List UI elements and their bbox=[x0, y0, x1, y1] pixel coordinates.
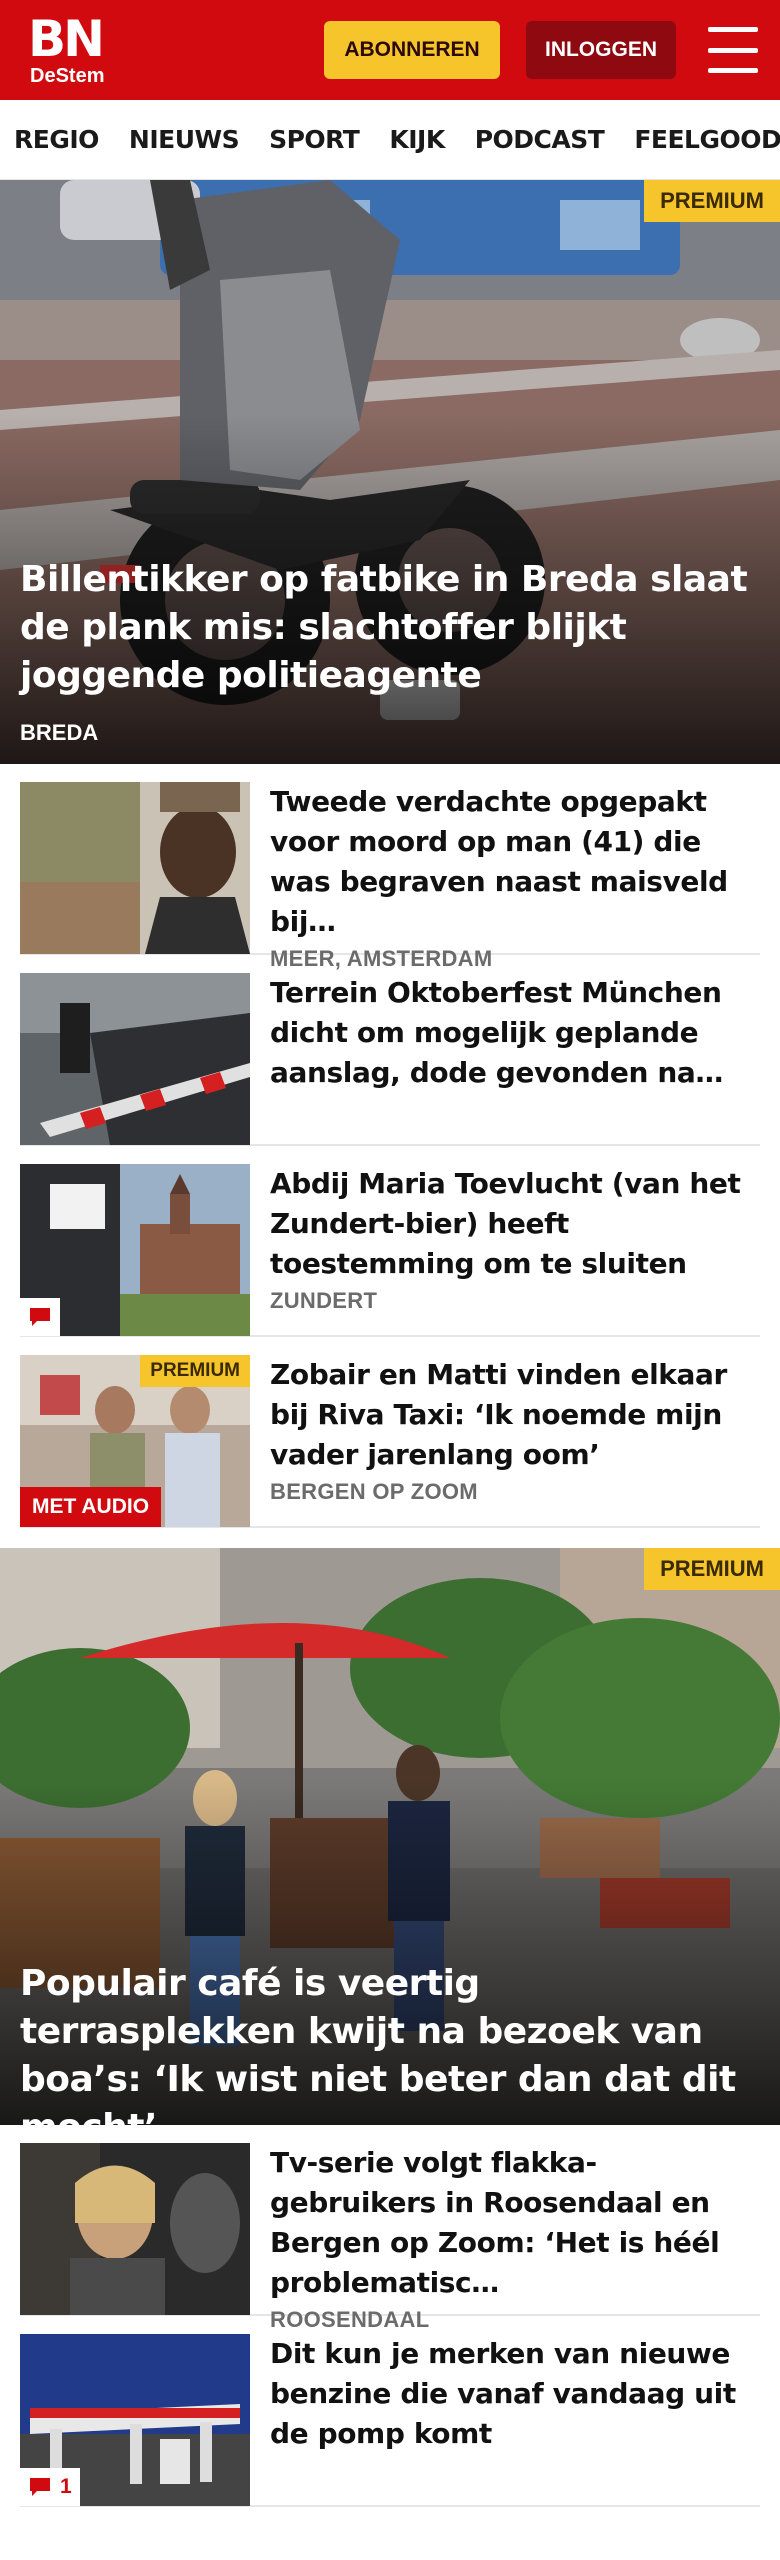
list-item[interactable]: Abdij Maria Toevlucht (van het Zundert-b… bbox=[20, 1146, 760, 1337]
item-text: Zobair en Matti vinden elkaar bij Riva T… bbox=[270, 1355, 760, 1526]
nav-item-sport[interactable]: SPORT bbox=[269, 125, 360, 154]
item-title[interactable]: Abdij Maria Toevlucht (van het Zundert-b… bbox=[270, 1164, 760, 1284]
audio-badge: MET AUDIO bbox=[20, 1487, 162, 1527]
article-thumbnail bbox=[20, 973, 250, 1145]
hero-title[interactable]: Populair café is veertig terrasplekken k… bbox=[20, 1960, 756, 2125]
top-actions: ABONNEREN INLOGGEN bbox=[324, 21, 758, 79]
nav-item-feelgood[interactable]: FEELGOOD bbox=[634, 125, 780, 154]
hamburger-menu-icon[interactable] bbox=[708, 27, 758, 73]
article-list-1: Tweede verdachte opgepakt voor moord op … bbox=[0, 764, 780, 1528]
nav-item-nieuws[interactable]: NIEUWS bbox=[129, 125, 240, 154]
item-title[interactable]: Terrein Oktoberfest München dicht om mog… bbox=[270, 973, 760, 1093]
hero-location-tag: BREDA bbox=[20, 720, 99, 745]
logo-sub: DeStem bbox=[30, 65, 105, 87]
nav-item-regio[interactable]: REGIO bbox=[14, 125, 99, 154]
nav-item-podcast[interactable]: PODCAST bbox=[475, 125, 605, 154]
subscribe-button[interactable]: ABONNEREN bbox=[324, 21, 500, 79]
item-text: Dit kun je merken van nieuwe benzine die… bbox=[270, 2334, 760, 2505]
item-location: BERGEN OP ZOOM bbox=[270, 1479, 478, 1504]
item-title[interactable]: Dit kun je merken van nieuwe benzine die… bbox=[270, 2334, 760, 2454]
item-text: Tweede verdachte opgepakt voor moord op … bbox=[270, 782, 760, 971]
premium-badge: PREMIUM bbox=[140, 1355, 250, 1387]
section-nav: REGIO NIEUWS SPORT KIJK PODCAST FEELGOOD bbox=[0, 100, 780, 180]
list-item[interactable]: 1 Dit kun je merken van nieuwe benzine d… bbox=[20, 2316, 760, 2507]
logo-main: BN bbox=[28, 10, 105, 68]
list-item[interactable]: Tv-serie volgt flakka-gebruikers in Roos… bbox=[20, 2125, 760, 2332]
article-list-2: Tv-serie volgt flakka-gebruikers in Roos… bbox=[0, 2125, 780, 2507]
item-text: Terrein Oktoberfest München dicht om mog… bbox=[270, 973, 760, 1144]
hero-article-cafe[interactable]: PREMIUM Populair café is veertig terrasp… bbox=[0, 1548, 780, 2125]
item-text: Tv-serie volgt flakka-gebruikers in Roos… bbox=[270, 2143, 760, 2332]
list-item[interactable]: PREMIUM MET AUDIO Zobair en Matti vinden… bbox=[20, 1337, 760, 1528]
list-item[interactable]: Terrein Oktoberfest München dicht om mog… bbox=[20, 955, 760, 1146]
article-thumbnail bbox=[20, 2143, 250, 2315]
comment-icon bbox=[30, 1308, 50, 1326]
premium-badge: PREMIUM bbox=[644, 1548, 780, 1590]
comment-icon bbox=[30, 2478, 50, 2496]
premium-badge: PREMIUM bbox=[644, 180, 780, 222]
article-thumbnail: PREMIUM MET AUDIO bbox=[20, 1355, 250, 1527]
item-title[interactable]: Tweede verdachte opgepakt voor moord op … bbox=[270, 782, 760, 942]
list-item[interactable]: Tweede verdachte opgepakt voor moord op … bbox=[20, 764, 760, 971]
page: BN DeStem ABONNEREN INLOGGEN REGIO NIEUW… bbox=[0, 0, 780, 2560]
hero-title[interactable]: Billentikker op fatbike in Breda slaat d… bbox=[20, 556, 756, 700]
comment-badge bbox=[20, 1298, 60, 1336]
hero-article-fatbike[interactable]: PREMIUM Billentikker op fatbike in Breda… bbox=[0, 180, 780, 764]
item-text: Abdij Maria Toevlucht (van het Zundert-b… bbox=[270, 1164, 760, 1335]
item-title[interactable]: Zobair en Matti vinden elkaar bij Riva T… bbox=[270, 1355, 760, 1475]
item-location: ZUNDERT bbox=[270, 1288, 378, 1313]
nav-item-kijk[interactable]: KIJK bbox=[389, 125, 445, 154]
article-thumbnail: 1 bbox=[20, 2334, 250, 2506]
item-title[interactable]: Tv-serie volgt flakka-gebruikers in Roos… bbox=[270, 2143, 760, 2303]
comment-count: 1 bbox=[60, 2475, 72, 2498]
site-logo[interactable]: BN DeStem bbox=[28, 10, 105, 87]
top-bar: BN DeStem ABONNEREN INLOGGEN bbox=[0, 0, 780, 100]
login-button[interactable]: INLOGGEN bbox=[526, 21, 676, 79]
comment-badge[interactable]: 1 bbox=[20, 2468, 80, 2506]
article-thumbnail bbox=[20, 782, 250, 954]
article-thumbnail bbox=[20, 1164, 250, 1336]
